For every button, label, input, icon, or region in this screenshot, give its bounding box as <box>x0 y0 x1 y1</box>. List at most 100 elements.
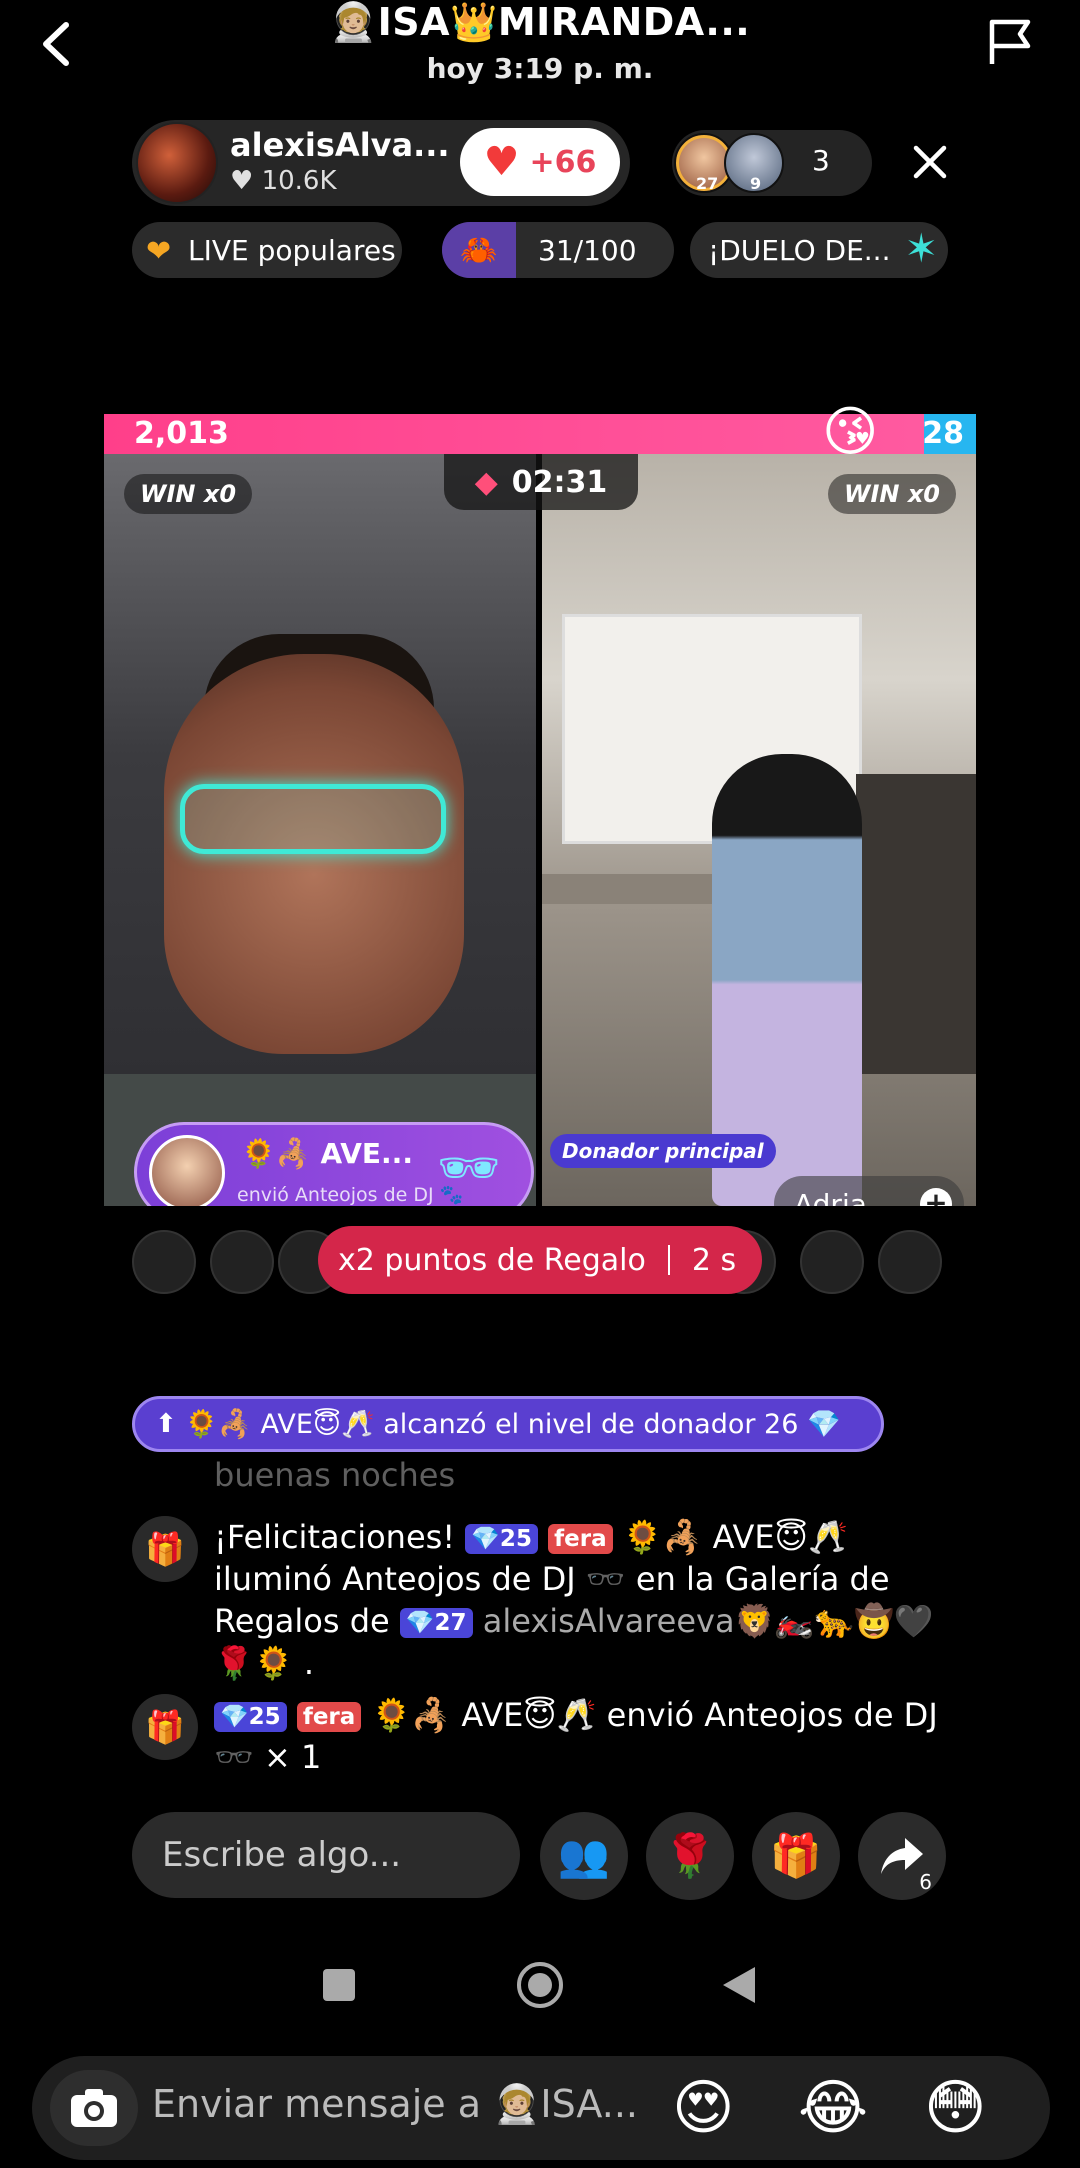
dj-glasses-gift-icon: 🕶 <box>437 1139 501 1197</box>
opponent-name-pill[interactable]: Adria... + <box>774 1176 964 1206</box>
avatar[interactable] <box>132 1230 196 1294</box>
duel-tag[interactable]: ¡DUELO DE... ✶ <box>690 222 948 278</box>
host-avatar[interactable] <box>136 122 218 204</box>
gift-sender-name: 🌻🦂 AVE... <box>241 1137 413 1170</box>
close-button[interactable] <box>900 132 960 192</box>
flag-icon <box>989 19 1031 64</box>
goal-gift-icon: 🦀 <box>442 222 516 278</box>
live-popular-tag[interactable]: ❤ LIVE populares <box>132 222 402 278</box>
rose-icon: 🌹 <box>663 1831 717 1880</box>
reply-input[interactable]: Enviar mensaje a 🧑🏼‍🚀ISA... <box>152 2082 638 2127</box>
follow-count: +66 <box>529 144 597 180</box>
battle-timer: ◆ 02:31 <box>444 454 638 510</box>
report-button[interactable] <box>980 12 1040 72</box>
viewer-level-badge: 9 <box>750 174 762 193</box>
gift-goal-tag[interactable]: 🦀 31/100 <box>442 222 674 278</box>
promo-countdown: 2 s <box>691 1242 737 1278</box>
level-badge: 💎27 <box>399 1608 473 1638</box>
home-button[interactable] <box>505 1950 575 2020</box>
reply-bar: Enviar mensaje a 🧑🏼‍🚀ISA... 😍 😂 😳 <box>32 2056 1050 2160</box>
host-pill[interactable]: alexisAlva... ♥ 10.6K ♥ +66 <box>132 120 630 206</box>
score-left-value: 2,013 <box>134 416 229 451</box>
avatar: 9 <box>724 133 784 193</box>
camera-icon <box>71 2089 117 2127</box>
stream-figure <box>856 774 976 1074</box>
live-popular-label: LIVE populares <box>188 233 396 267</box>
close-icon <box>913 145 947 179</box>
follow-button[interactable]: ♥ +66 <box>460 128 620 196</box>
gift-button[interactable]: 🎁 <box>752 1812 840 1900</box>
opponent-stream[interactable]: WIN x0 Donador principal Adria... + <box>542 454 976 1206</box>
fan-badge: fera <box>296 1702 362 1732</box>
camera-button[interactable] <box>50 2070 138 2146</box>
quick-reaction-heart-eyes[interactable]: 😍 <box>672 2070 735 2146</box>
heart-icon: ♥ <box>483 139 520 185</box>
chat-message: 🎁 💎25 fera 🌻🦂 AVE😇🥂 envió Anteojos de DJ… <box>132 1694 952 1784</box>
dj-glasses-effect <box>180 784 446 854</box>
promo-label: x2 puntos de Regalo <box>338 1242 646 1278</box>
level-badge: 💎25 <box>465 1524 538 1554</box>
square-icon <box>323 1969 355 2001</box>
viewer-list[interactable]: 27 9 3 <box>672 130 872 196</box>
comment-input[interactable]: Escribe algo... <box>132 1812 520 1898</box>
promo-banner: x2 puntos de Regalo 2 s <box>318 1226 762 1294</box>
share-count: 6 <box>919 1870 932 1894</box>
score-right: 28 <box>922 414 976 454</box>
chat-prefix: ¡Felicitaciones! <box>214 1518 466 1556</box>
gift-toast: 🌻🦂 AVE... envió Anteojos de DJ 🐾 🕶 <box>134 1122 534 1206</box>
story-title: 🧑🏼‍🚀ISA👑MIRANDA... <box>329 0 751 44</box>
circle-icon <box>517 1962 563 2008</box>
battle-area: 2,013 28 😘 WIN x0 🌻🦂 AVE... envió Anteoj… <box>104 400 976 1206</box>
heart-icon: ❤ <box>146 234 172 269</box>
viewer-count: 3 <box>812 144 830 177</box>
gift-icon: 🎁 <box>132 1516 198 1582</box>
avatar[interactable] <box>800 1230 864 1294</box>
viewer-level-badge: 27 <box>696 174 719 193</box>
feather-icon: ✶ <box>904 226 938 272</box>
goal-progress: 31/100 <box>538 233 637 267</box>
host-name: alexisAlva... <box>230 126 450 164</box>
quick-reaction-flushed[interactable]: 😳 <box>924 2070 987 2146</box>
opponent-name: Adria... <box>794 1187 894 1207</box>
share-button[interactable]: 6 <box>858 1812 946 1900</box>
chat-text: ¡Felicitaciones! 💎25 fera 🌻🦂 AVE😇🥂 ilumi… <box>214 1516 954 1684</box>
score-left: 2,013 <box>104 414 924 454</box>
faded-chat-message: buenas noches <box>214 1456 456 1494</box>
host-stream[interactable]: WIN x0 🌻🦂 AVE... envió Anteojos de DJ 🐾 … <box>104 454 536 1206</box>
timer-value: 02:31 <box>511 464 608 500</box>
rose-button[interactable]: 🌹 <box>646 1812 734 1900</box>
gift-icon: 🎁 <box>769 1831 823 1880</box>
people-icon: 👥 <box>557 1831 611 1880</box>
win-badge-right: WIN x0 <box>827 474 956 514</box>
story-header: 🧑🏼‍🚀ISA👑MIRANDA... hoy 3:19 p. m. <box>0 0 1080 110</box>
avatar[interactable] <box>878 1230 942 1294</box>
chat-text: 💎25 fera 🌻🦂 AVE😇🥂 envió Anteojos de DJ 🕶… <box>214 1694 954 1778</box>
back-nav-button[interactable] <box>704 1950 774 2020</box>
fan-badge: fera <box>548 1524 613 1554</box>
gift-icon: 🎁 <box>132 1694 198 1760</box>
avatar[interactable] <box>210 1230 274 1294</box>
divider <box>667 1245 670 1275</box>
top-donor-badge: Donador principal <box>550 1134 776 1168</box>
duel-label: ¡DUELO DE... <box>708 233 891 267</box>
quick-reaction-joy[interactable]: 😂 <box>798 2070 868 2146</box>
avatar <box>149 1135 225 1206</box>
recents-button[interactable] <box>304 1950 374 2020</box>
triangle-back-icon <box>723 1967 755 2003</box>
host-likes: ♥ 10.6K <box>230 166 337 196</box>
arrow-up-icon: ⬆ <box>155 1409 177 1439</box>
level-badge: 💎25 <box>214 1702 287 1732</box>
chat-message: 🎁 ¡Felicitaciones! 💎25 fera 🌻🦂 AVE😇🥂 ilu… <box>132 1516 952 1686</box>
guests-button[interactable]: 👥 <box>540 1812 628 1900</box>
story-time: hoy 3:19 p. m. <box>426 52 654 85</box>
system-nav-bar <box>0 1950 1080 2020</box>
chat-body: 🌹🌻 . <box>214 1644 315 1682</box>
score-right-value: 28 <box>922 416 964 451</box>
stream-figure <box>164 654 464 1054</box>
level-up-text: 🌻🦂 AVE😇🥂 alcanzó el nivel de donador 26 … <box>184 1409 841 1440</box>
win-badge-left: WIN x0 <box>124 474 253 514</box>
level-up-banner: ⬆ 🌻🦂 AVE😇🥂 alcanzó el nivel de donador 2… <box>132 1396 884 1452</box>
add-icon[interactable]: + <box>920 1188 952 1206</box>
chat-username[interactable]: alexisAlvareeva🦁🏍️🐆🤠🖤 <box>483 1602 934 1640</box>
battle-icon: ◆ <box>474 464 498 500</box>
